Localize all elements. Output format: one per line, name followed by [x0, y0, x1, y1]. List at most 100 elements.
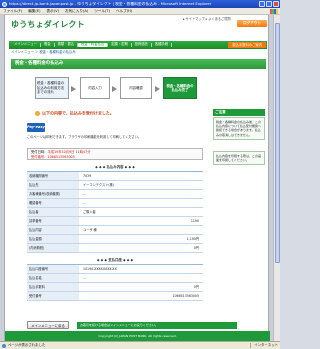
- status-bar: ページが表示されました インターネット: [0, 341, 280, 349]
- print-description: このページは印刷できます。ブラウザの印刷機能を利用して印刷してください。: [27, 135, 142, 139]
- row-label: 払込金額: [27, 235, 79, 243]
- row-value: イーコンテクスト(株): [83, 183, 115, 187]
- bottom-info-bar: お取引を続ける場合はメインメニューにお戻りください。: [77, 322, 237, 329]
- status-text: ページが表示されました: [8, 343, 46, 348]
- row-value: 1190: [190, 219, 199, 223]
- payment-details-table: 収納機関番号 7039 払込先 イーコンテクスト(株) お客様番号(収納機関) … 確…: [27, 171, 203, 253]
- step-arrow-icon: [112, 86, 117, 92]
- table-row: (内消費税) 0円: [27, 244, 203, 253]
- row-label: 確認番号: [27, 199, 79, 207]
- row-value: …: [83, 201, 87, 205]
- pay-easy-logo: Pay-easy: [27, 123, 45, 132]
- sidebar-heading: ご注意: [213, 109, 265, 116]
- table-row: 確認番号 …: [27, 199, 203, 208]
- step-overview: 税金・各種料金の払込みの利用方法までの流れ: [35, 77, 69, 99]
- nav-item-inquiry[interactable]: 照会: [41, 42, 55, 47]
- receipt-number: 受付番号：1066513563005: [31, 154, 75, 159]
- row-value: ご購入者: [83, 210, 96, 214]
- nav-item-fee-guide[interactable]: 振込手数料のご案内: [228, 42, 266, 48]
- menu-help[interactable]: ヘルプ(H): [116, 9, 132, 13]
- row-label: お客様番号(収納機関): [27, 190, 79, 198]
- menubar: ファイル(F) 編集(E) 表示(V) お気に入り(A) ツール(T) ヘルプ(…: [0, 8, 280, 15]
- datetime-label: 受付日時：: [31, 150, 48, 154]
- table-row: 請求番号 1190: [27, 217, 203, 226]
- menu-tools[interactable]: ツール(T): [94, 9, 110, 13]
- row-label: (内消費税): [27, 244, 79, 252]
- step-input: 内容入力: [80, 77, 110, 99]
- menu-view[interactable]: 表示(V): [47, 9, 59, 13]
- page-loaded-icon: [2, 343, 6, 348]
- site-logo[interactable]: ゆうちょダイレクト: [11, 20, 85, 30]
- row-value: 0円: [193, 285, 199, 289]
- row-value: …: [83, 276, 87, 280]
- table-row: 受付番号 1066513563005: [27, 292, 203, 301]
- nav-item-tax-payment[interactable]: 税金・料金払込: [78, 42, 109, 47]
- row-value: …: [83, 192, 87, 196]
- top-links[interactable]: ▸ サイトマップ ▸ よくあるご質問: [183, 17, 231, 22]
- table-row: 払込先 イーコンテクスト(株): [27, 181, 203, 190]
- global-nav: メインメニュー 照会 振替・振込 税金・料金払込 定額・定期 投資信託 各種手続…: [9, 41, 267, 49]
- table-row: 払込名義 …: [27, 274, 203, 283]
- row-value: 7039: [83, 174, 92, 178]
- sidebar-notice-box: 税金・各種料金の払込み後、この払込内容について払込受付機関へ確認できる場合があり…: [213, 117, 265, 140]
- logout-button[interactable]: ログアウト: [237, 20, 267, 27]
- table-row: 払込手数料 0円: [27, 283, 203, 292]
- nav-item-main-menu[interactable]: メインメニュー: [11, 42, 41, 47]
- table-row: 払込口座番号 10190-XXXXXXXX-XX: [27, 265, 203, 274]
- menu-file[interactable]: ファイル(F): [3, 9, 22, 13]
- footer-copyright: Copyright (C) JAPAN POST BANK. All right…: [5, 331, 270, 341]
- row-label: 払込口座番号: [27, 265, 79, 273]
- window-titlebar: https://direct.jp-bank.japanpost.jp - ゆう…: [0, 0, 280, 8]
- scrollbar-thumb[interactable]: [275, 23, 280, 263]
- row-value: 0円: [193, 246, 199, 250]
- nav-item-procedures[interactable]: 各種手続: [152, 42, 172, 47]
- step-arrow-icon: [155, 86, 160, 92]
- receipt-datetime-box: 受付日時：平成19年10月9日 11時47分 受付番号：106651356300…: [27, 148, 203, 160]
- table-row: 収納機関番号 7039: [27, 172, 203, 181]
- step-arrow-icon: [71, 86, 76, 92]
- row-label: 収納機関番号: [27, 172, 79, 180]
- completion-notice: 以下の内容で、払込みを受付けました。: [35, 111, 114, 116]
- info-icon: [35, 111, 40, 116]
- completion-notice-text: 以下の内容で、払込みを受付けました。: [42, 110, 114, 116]
- table-row: お客様番号(収納機関) …: [27, 190, 203, 199]
- row-value: ユーザ 様: [83, 228, 97, 232]
- browser-viewport: ゆうちょダイレクト ▸ サイトマップ ▸ よくあるご質問 ログアウト メインメニ…: [0, 15, 280, 341]
- row-label: 払込先: [27, 181, 79, 189]
- nav-item-deposit[interactable]: 定額・定期: [108, 42, 132, 47]
- breadcrumb[interactable]: メインメニュー ＞ 税金・各種料金の払込み: [11, 50, 76, 55]
- back-to-main-menu-button[interactable]: メインメニューに戻る: [27, 321, 69, 329]
- minimize-button[interactable]: [259, 1, 265, 7]
- window-title: https://direct.jp-bank.japanpost.jp - ゆう…: [9, 1, 212, 6]
- vertical-scrollbar[interactable]: [273, 15, 280, 341]
- row-value: 1066513563005: [172, 294, 199, 298]
- datetime-value: 平成19年10月9日 11時47分: [47, 150, 91, 154]
- windows-logo-icon: [270, 8, 278, 14]
- sidebar-print-box: 払込内容を印刷する際は、この画面を印刷してください。: [213, 151, 265, 166]
- row-label: 受付番号: [27, 292, 79, 300]
- step-complete: 税金・各種料金の払込み完了: [163, 77, 197, 99]
- account-table: 払込口座番号 10190-XXXXXXXX-XX 払込名義 … 払込手数料 0円 受付…: [27, 264, 203, 301]
- close-button[interactable]: [273, 1, 279, 7]
- row-value: 1,190円: [186, 237, 199, 241]
- table-row: 払込内容 ユーザ 様: [27, 226, 203, 235]
- maximize-button[interactable]: [266, 1, 272, 7]
- menu-favorites[interactable]: お気に入り(A): [65, 9, 88, 13]
- page-title: 税金・各種料金の払込み: [11, 59, 266, 69]
- nav-item-investment[interactable]: 投資信託: [132, 42, 152, 47]
- account-title: ◆ ◆ ◆ 支払口座 ◆ ◆ ◆: [96, 258, 134, 262]
- ie-icon: [2, 1, 7, 7]
- row-label: 払込者: [27, 208, 79, 216]
- row-label: 払込名義: [27, 274, 79, 282]
- table-row: 払込金額 1,190円: [27, 235, 203, 244]
- row-value: 10190-XXXXXXXX-XX: [83, 267, 117, 271]
- menu-edit[interactable]: 編集(E): [28, 9, 40, 13]
- nav-item-transfer[interactable]: 振替・振込: [55, 42, 79, 47]
- row-label: 払込内容: [27, 226, 79, 234]
- row-label: 請求番号: [27, 217, 79, 225]
- step-flow: 税金・各種料金の払込みの利用方法までの流れ 内容入力 内容確認 税金・各種料金の…: [35, 77, 255, 101]
- payment-details-title: ◆ ◆ ◆ 払込み内容 ◆ ◆ ◆: [95, 165, 135, 169]
- security-zone: インターネット: [250, 343, 278, 348]
- row-label: 払込手数料: [27, 283, 79, 291]
- web-page: ゆうちょダイレクト ▸ サイトマップ ▸ よくあるご質問 ログアウト メインメニ…: [4, 15, 270, 341]
